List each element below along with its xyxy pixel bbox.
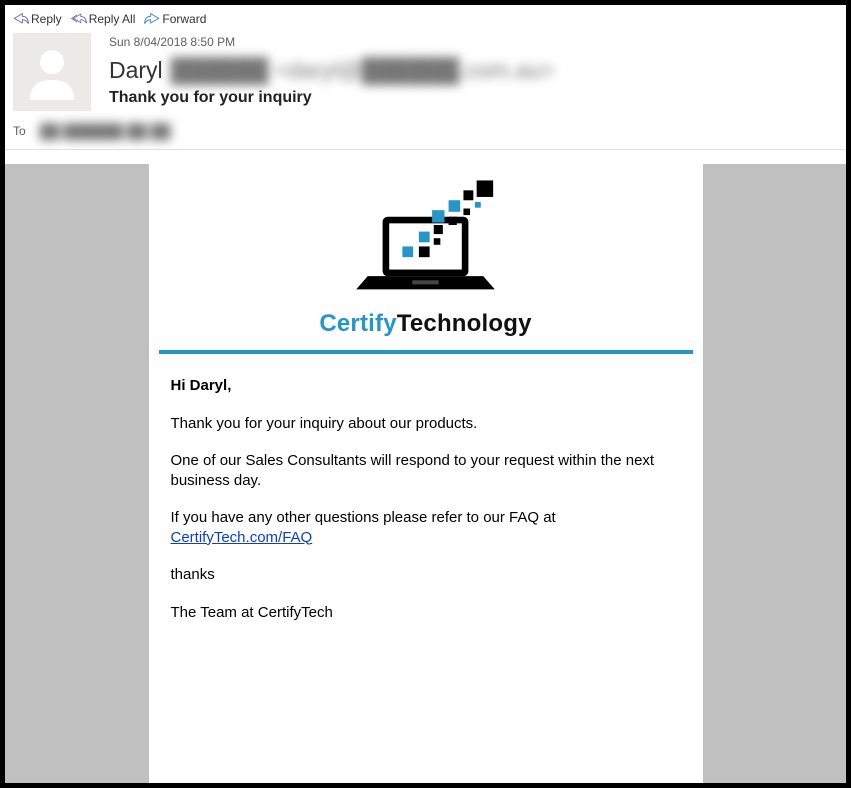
email-meta: Sun 8/04/2018 8:50 PM Daryl ██████ <dary… [109,33,838,111]
reply-all-button[interactable]: Reply All [71,12,136,26]
greeting: Hi Daryl, [171,376,677,396]
to-address-redacted: ██.██████.██.██ [40,123,171,139]
header-divider [5,149,846,150]
from-address-redacted: ██████ <daryl@██████.com.au> [171,57,555,84]
to-label: To [13,124,26,138]
logo-block: CertifyTechnology [149,164,703,344]
reply-button[interactable]: Reply [13,12,62,26]
email-body-pane: CertifyTechnology Hi Daryl, Thank you fo… [5,164,846,783]
email-content-card: CertifyTechnology Hi Daryl, Thank you fo… [149,164,703,783]
message-body: Hi Daryl, Thank you for your inquiry abo… [149,354,703,652]
action-toolbar: Reply Reply All Forward [5,5,846,29]
brand-part-b: Technology [397,310,532,337]
email-window: Reply Reply All Forward Sun 8/04/2018 8:… [5,5,846,783]
paragraph-4: thanks [171,565,677,585]
person-icon [22,42,82,102]
paragraph-3: If you have any other questions please r… [171,508,677,547]
brand-part-a: Certify [319,310,396,337]
brand-text: CertifyTechnology [149,310,703,338]
sender-avatar [13,33,91,111]
paragraph-3-text: If you have any other questions please r… [171,509,556,526]
laptop-logo-icon [343,174,508,309]
reply-all-icon [71,12,87,26]
email-from: Daryl ██████ <daryl@██████.com.au> [109,57,838,84]
reply-icon [13,12,29,26]
email-datetime: Sun 8/04/2018 8:50 PM [109,35,838,49]
to-row: To ██.██████.██.██ [5,121,846,149]
reply-label: Reply [31,12,62,26]
forward-label: Forward [162,12,206,26]
from-name: Daryl [109,57,163,84]
faq-link[interactable]: CertifyTech.com/FAQ [171,529,313,546]
forward-icon [144,12,160,26]
email-subject: Thank you for your inquiry [109,89,838,107]
email-header: Sun 8/04/2018 8:50 PM Daryl ██████ <dary… [5,29,846,121]
reply-all-label: Reply All [89,12,136,26]
paragraph-1: Thank you for your inquiry about our pro… [171,414,677,434]
body-spacer [149,652,703,783]
paragraph-2: One of our Sales Consultants will respon… [171,451,677,490]
forward-button[interactable]: Forward [144,12,206,26]
paragraph-5: The Team at CertifyTech [171,603,677,623]
